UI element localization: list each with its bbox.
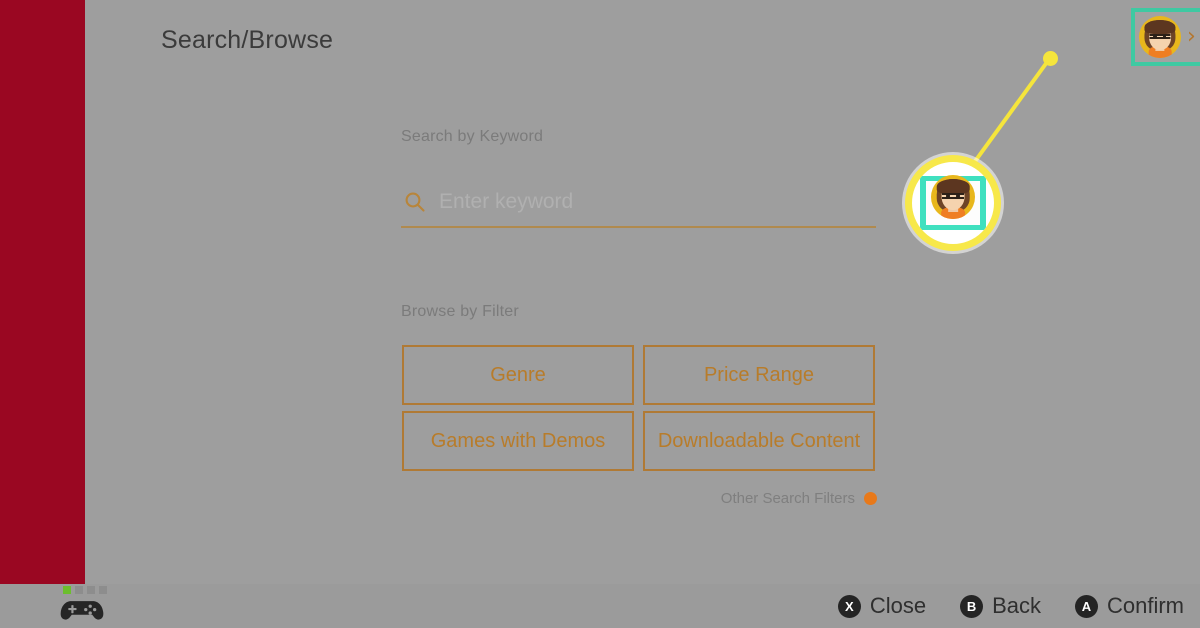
browse-by-filter-label: Browse by Filter: [401, 303, 519, 320]
left-rail: [0, 0, 85, 584]
player-pip-3: [87, 586, 95, 594]
controller-status: [60, 586, 120, 623]
button-hints: X Close B Back A Confirm: [837, 584, 1184, 628]
button-badge-x: X: [837, 594, 861, 618]
search-icon: [403, 190, 427, 214]
hint-confirm[interactable]: A Confirm: [1074, 593, 1184, 619]
button-badge-b: B: [960, 594, 984, 618]
hint-label-close: Close: [869, 593, 927, 618]
button-badge-a: A: [1074, 594, 1098, 618]
filter-button-price-range[interactable]: Price Range: [643, 345, 875, 405]
filter-button-games-with-demos[interactable]: Games with Demos: [402, 411, 634, 471]
other-search-filters-label: Other Search Filters: [720, 490, 855, 507]
player-pip-2: [75, 586, 83, 594]
hint-label-confirm: Confirm: [1106, 593, 1184, 618]
callout-avatar: [931, 175, 975, 219]
player-pip-4: [99, 586, 107, 594]
callout-magnifier: [905, 155, 1001, 251]
avatar: [1139, 16, 1181, 58]
search-input[interactable]: [439, 187, 876, 217]
search-by-keyword-label: Search by Keyword: [401, 128, 544, 145]
header: Search/Browse ›: [85, 0, 1200, 78]
hint-close[interactable]: X Close: [837, 593, 927, 619]
switch-eshop-search-browse-screen: Search/Browse › Search by Keyword Enter …: [0, 0, 1200, 628]
chevron-right-icon: ›: [1187, 24, 1196, 49]
search-field[interactable]: [401, 178, 876, 228]
filter-button-genre[interactable]: Genre: [402, 345, 634, 405]
hint-back[interactable]: B Back: [960, 593, 1041, 619]
filter-button-downloadable-content[interactable]: Downloadable Content: [643, 411, 875, 471]
main-content: Search by Keyword Browse by Filter Genre…: [85, 78, 1200, 584]
player-pip-1: [63, 586, 71, 594]
bottom-bar: X Close B Back A Confirm: [0, 584, 1200, 628]
callout-anchor-dot: [1043, 51, 1058, 66]
gamepad-icon: [60, 597, 120, 623]
other-search-filters-link[interactable]: Other Search Filters: [402, 490, 877, 507]
orange-dot-icon: [864, 492, 877, 505]
player-pips: [60, 586, 120, 594]
hint-label-back: Back: [992, 593, 1041, 618]
filter-button-grid: Genre Price Range Games with Demos Downl…: [402, 345, 877, 477]
account-button[interactable]: ›: [1131, 8, 1200, 66]
page-title: Search/Browse: [161, 26, 334, 54]
